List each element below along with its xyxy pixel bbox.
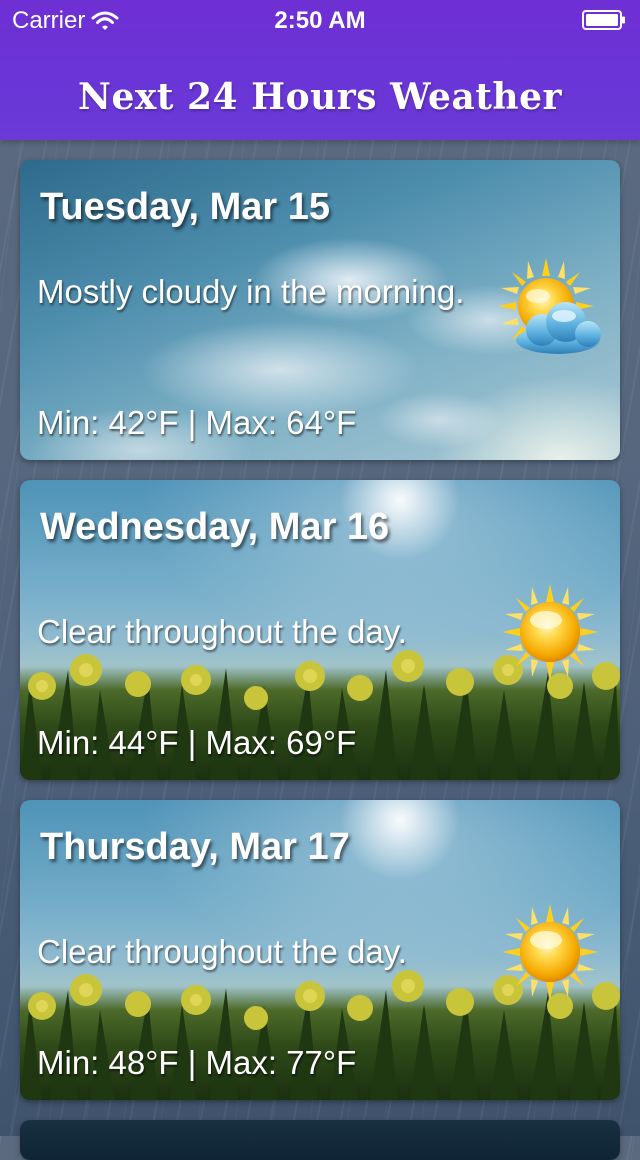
status-bar: Carrier 2:50 AM bbox=[0, 0, 640, 40]
forecast-day: Tuesday, Mar 15 bbox=[40, 186, 331, 228]
forecast-temperatures: Min: 42°F | Max: 64°F bbox=[37, 404, 357, 441]
forecast-day: Wednesday, Mar 16 bbox=[40, 506, 390, 548]
forecast-summary: Clear throughout the day. bbox=[37, 933, 407, 970]
partly-cloudy-icon bbox=[498, 258, 601, 354]
forecast-temperatures: Min: 48°F | Max: 77°F bbox=[37, 1044, 357, 1081]
forecast-card[interactable]: Thursday, Mar 17 Clear throughout the da… bbox=[20, 800, 620, 1100]
forecast-summary: Clear throughout the day. bbox=[37, 613, 407, 650]
forecast-summary: Mostly cloudy in the morning. bbox=[37, 273, 465, 310]
page-title: Next 24 Hours Weather bbox=[78, 76, 562, 118]
sun-icon bbox=[502, 584, 598, 680]
forecast-temperatures: Min: 44°F | Max: 69°F bbox=[37, 724, 357, 761]
status-time: 2:50 AM bbox=[274, 7, 366, 34]
battery-icon bbox=[582, 10, 625, 30]
app-header: Carrier 2:50 AM Next 24 Hours Weather bbox=[0, 0, 640, 140]
forecast-card[interactable]: Tuesday, Mar 15 Mostly cloudy in the mor… bbox=[20, 160, 620, 460]
sun-icon bbox=[502, 904, 598, 1000]
forecast-day: Thursday, Mar 17 bbox=[40, 826, 350, 868]
forecast-card[interactable] bbox=[20, 1120, 620, 1160]
forecast-card[interactable]: Wednesday, Mar 16 Clear throughout the d… bbox=[20, 480, 620, 780]
